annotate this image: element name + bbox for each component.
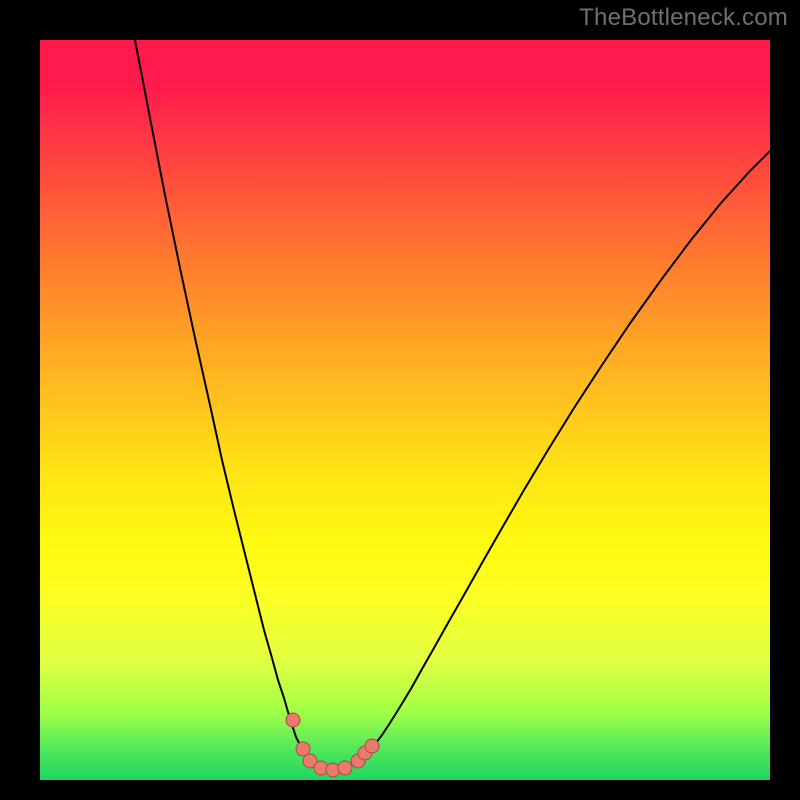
curve-marker [365, 739, 379, 753]
curve-marker [338, 761, 352, 775]
watermark-text: TheBottleneck.com [579, 4, 788, 32]
curve-markers [286, 713, 379, 777]
chart-frame: TheBottleneck.com [0, 0, 800, 800]
bottleneck-curve [135, 40, 770, 771]
curve-marker [286, 713, 300, 727]
curve-layer [40, 40, 770, 780]
plot-area [40, 40, 770, 780]
